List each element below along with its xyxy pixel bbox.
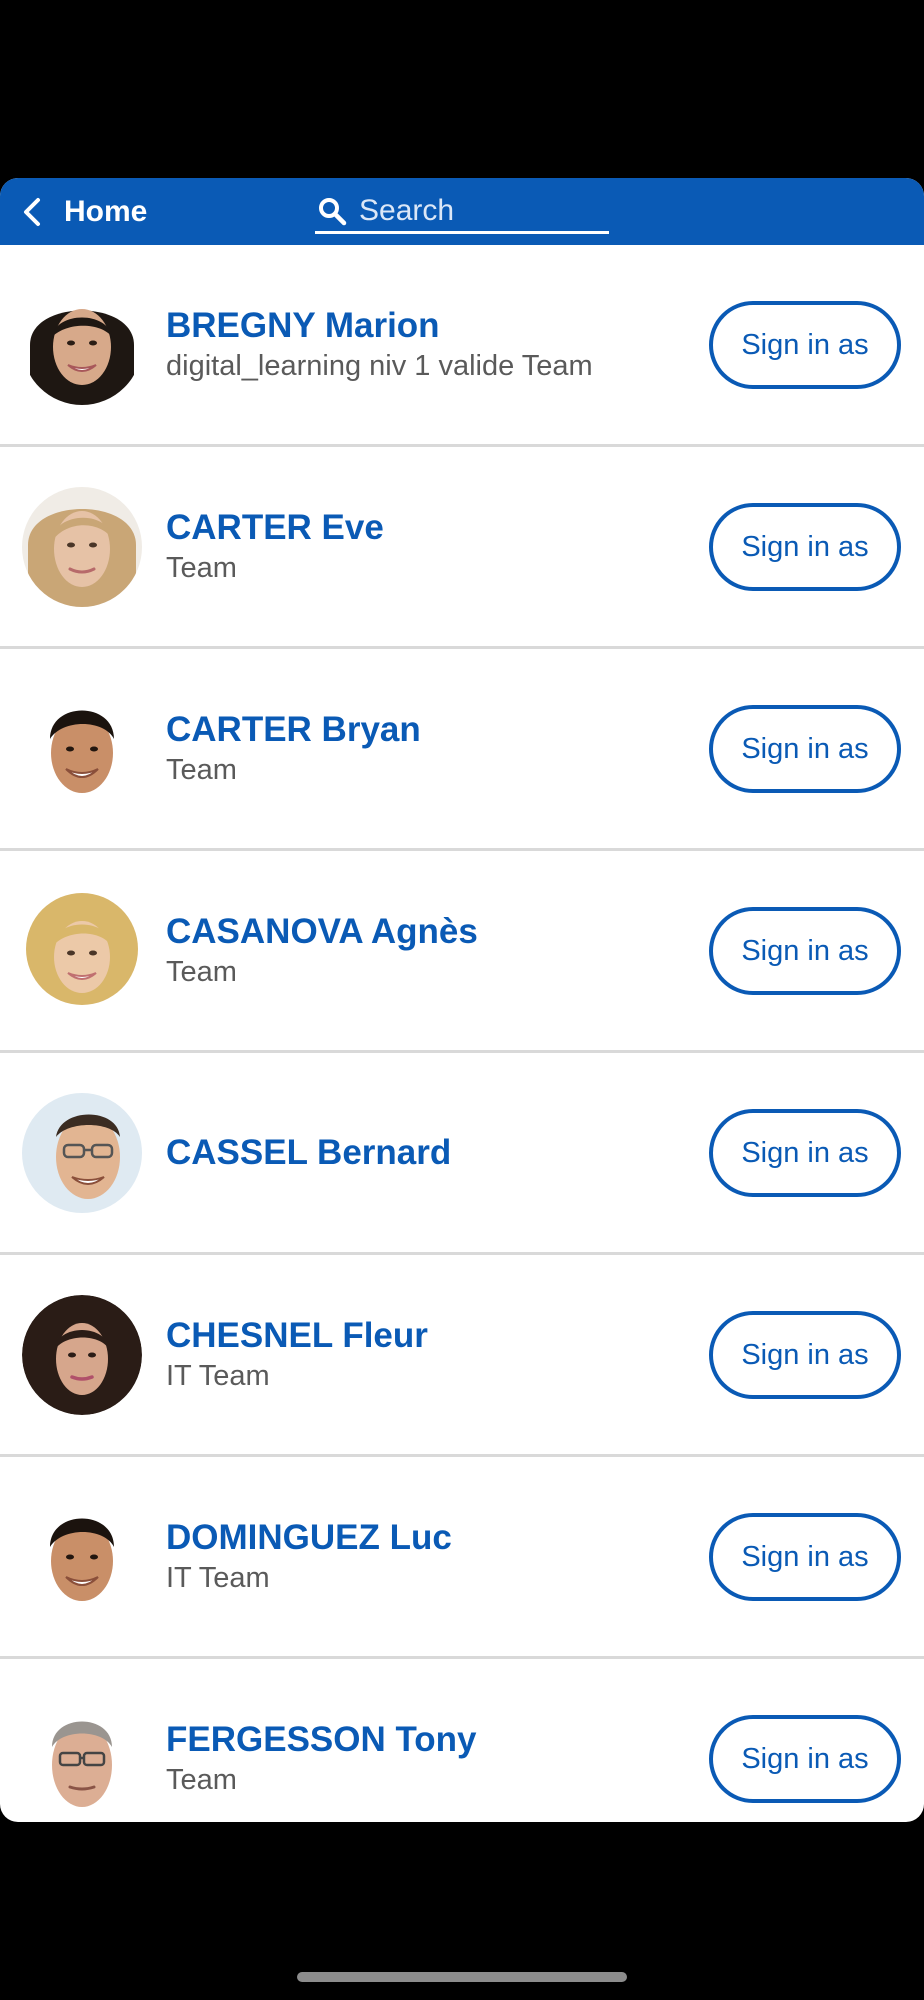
user-photo-icon bbox=[22, 487, 142, 607]
user-row: CASSEL Bernard Sign in as bbox=[0, 1053, 924, 1255]
user-info: DOMINGUEZ Luc IT Team bbox=[166, 1457, 686, 1656]
user-info: CARTER Bryan Team bbox=[166, 649, 686, 848]
user-row: DOMINGUEZ Luc IT Team Sign in as bbox=[0, 1457, 924, 1659]
sign-in-as-button[interactable]: Sign in as bbox=[709, 301, 901, 389]
user-name: CARTER Eve bbox=[166, 507, 384, 547]
sign-in-as-button[interactable]: Sign in as bbox=[709, 1109, 901, 1197]
search-input[interactable] bbox=[359, 192, 605, 230]
back-button[interactable]: Home bbox=[22, 178, 147, 245]
sign-in-as-button[interactable]: Sign in as bbox=[709, 907, 901, 995]
user-row: CARTER Bryan Team Sign in as bbox=[0, 649, 924, 851]
chevron-left-icon bbox=[24, 197, 40, 226]
avatar bbox=[22, 285, 142, 405]
user-team: Team bbox=[166, 955, 237, 988]
user-photo-icon bbox=[22, 1497, 142, 1617]
avatar bbox=[22, 487, 142, 607]
top-bar: Home bbox=[0, 178, 924, 245]
user-team: Team bbox=[166, 1763, 237, 1796]
user-list-panel: Home BREG bbox=[0, 178, 924, 1822]
user-info: CASSEL Bernard bbox=[166, 1053, 686, 1252]
user-row: CARTER Eve Team Sign in as bbox=[0, 447, 924, 649]
user-name: CASANOVA Agnès bbox=[166, 911, 478, 951]
user-info: CHESNEL Fleur IT Team bbox=[166, 1255, 686, 1454]
user-team: Team bbox=[166, 551, 237, 584]
avatar bbox=[22, 1093, 142, 1213]
sign-in-as-button[interactable]: Sign in as bbox=[709, 705, 901, 793]
sign-in-as-button[interactable]: Sign in as bbox=[709, 1311, 901, 1399]
home-indicator[interactable] bbox=[297, 1972, 627, 1982]
avatar bbox=[22, 1497, 142, 1617]
search-field[interactable] bbox=[315, 192, 609, 234]
avatar bbox=[22, 1295, 142, 1415]
sign-in-as-button[interactable]: Sign in as bbox=[709, 503, 901, 591]
user-name: CASSEL Bernard bbox=[166, 1132, 452, 1172]
user-info: FERGESSON Tony Team bbox=[166, 1659, 686, 1822]
user-team: IT Team bbox=[166, 1561, 270, 1594]
user-team: Team bbox=[166, 753, 237, 786]
sign-in-as-button[interactable]: Sign in as bbox=[709, 1715, 901, 1803]
user-name: CHESNEL Fleur bbox=[166, 1315, 428, 1355]
search-icon bbox=[319, 198, 347, 226]
user-row: CHESNEL Fleur IT Team Sign in as bbox=[0, 1255, 924, 1457]
user-photo-icon bbox=[22, 1295, 142, 1415]
user-name: BREGNY Marion bbox=[166, 305, 440, 345]
user-name: FERGESSON Tony bbox=[166, 1719, 477, 1759]
user-name: CARTER Bryan bbox=[166, 709, 421, 749]
avatar bbox=[22, 1699, 142, 1819]
user-row: BREGNY Marion digital_learning niv 1 val… bbox=[0, 245, 924, 447]
back-label: Home bbox=[64, 194, 148, 228]
user-info: CASANOVA Agnès Team bbox=[166, 851, 686, 1050]
user-team: IT Team bbox=[166, 1359, 270, 1392]
user-photo-icon bbox=[22, 1699, 142, 1819]
user-row: CASANOVA Agnès Team Sign in as bbox=[0, 851, 924, 1053]
user-photo-icon bbox=[22, 285, 142, 405]
avatar bbox=[22, 891, 142, 1011]
user-photo-icon bbox=[22, 891, 142, 1011]
user-photo-icon bbox=[22, 689, 142, 809]
user-team: digital_learning niv 1 valide Team bbox=[166, 349, 593, 382]
user-name: DOMINGUEZ Luc bbox=[166, 1517, 452, 1557]
user-list: BREGNY Marion digital_learning niv 1 val… bbox=[0, 245, 924, 1822]
user-photo-icon bbox=[22, 1093, 142, 1213]
user-info: BREGNY Marion digital_learning niv 1 val… bbox=[166, 245, 686, 444]
user-row: FERGESSON Tony Team Sign in as bbox=[0, 1659, 924, 1822]
avatar bbox=[22, 689, 142, 809]
user-info: CARTER Eve Team bbox=[166, 447, 686, 646]
sign-in-as-button[interactable]: Sign in as bbox=[709, 1513, 901, 1601]
